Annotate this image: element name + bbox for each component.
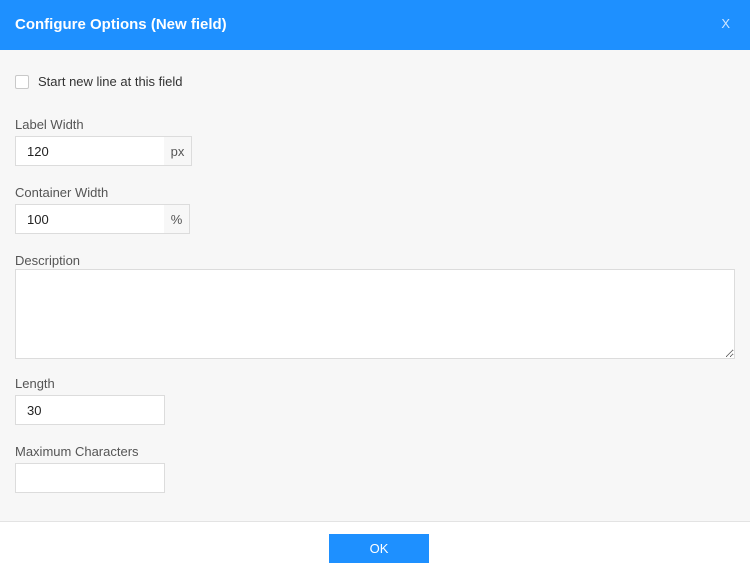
dialog-title: Configure Options (New field) [15,16,227,33]
container-width-input[interactable] [15,204,165,234]
configure-options-dialog: Configure Options (New field) X Start ne… [0,0,750,573]
dialog-footer: OK [0,521,750,573]
start-new-line-label[interactable]: Start new line at this field [38,74,183,89]
start-new-line-checkbox[interactable] [15,74,29,89]
description-textarea[interactable] [15,269,735,359]
max-chars-label: Maximum Characters [15,444,139,459]
ok-button[interactable]: OK [329,534,429,563]
container-width-unit: % [164,204,190,234]
start-new-line-row[interactable]: Start new line at this field [15,74,183,89]
label-width-label: Label Width [15,117,84,132]
dialog-titlebar: Configure Options (New field) X [0,0,750,50]
length-input[interactable] [15,395,165,425]
max-chars-input[interactable] [15,463,165,493]
description-label: Description [15,253,81,268]
label-width-input[interactable] [15,136,165,166]
label-width-unit: px [164,136,192,166]
container-width-label: Container Width [15,185,109,200]
close-button[interactable]: X [721,16,730,31]
length-label: Length [15,376,55,391]
